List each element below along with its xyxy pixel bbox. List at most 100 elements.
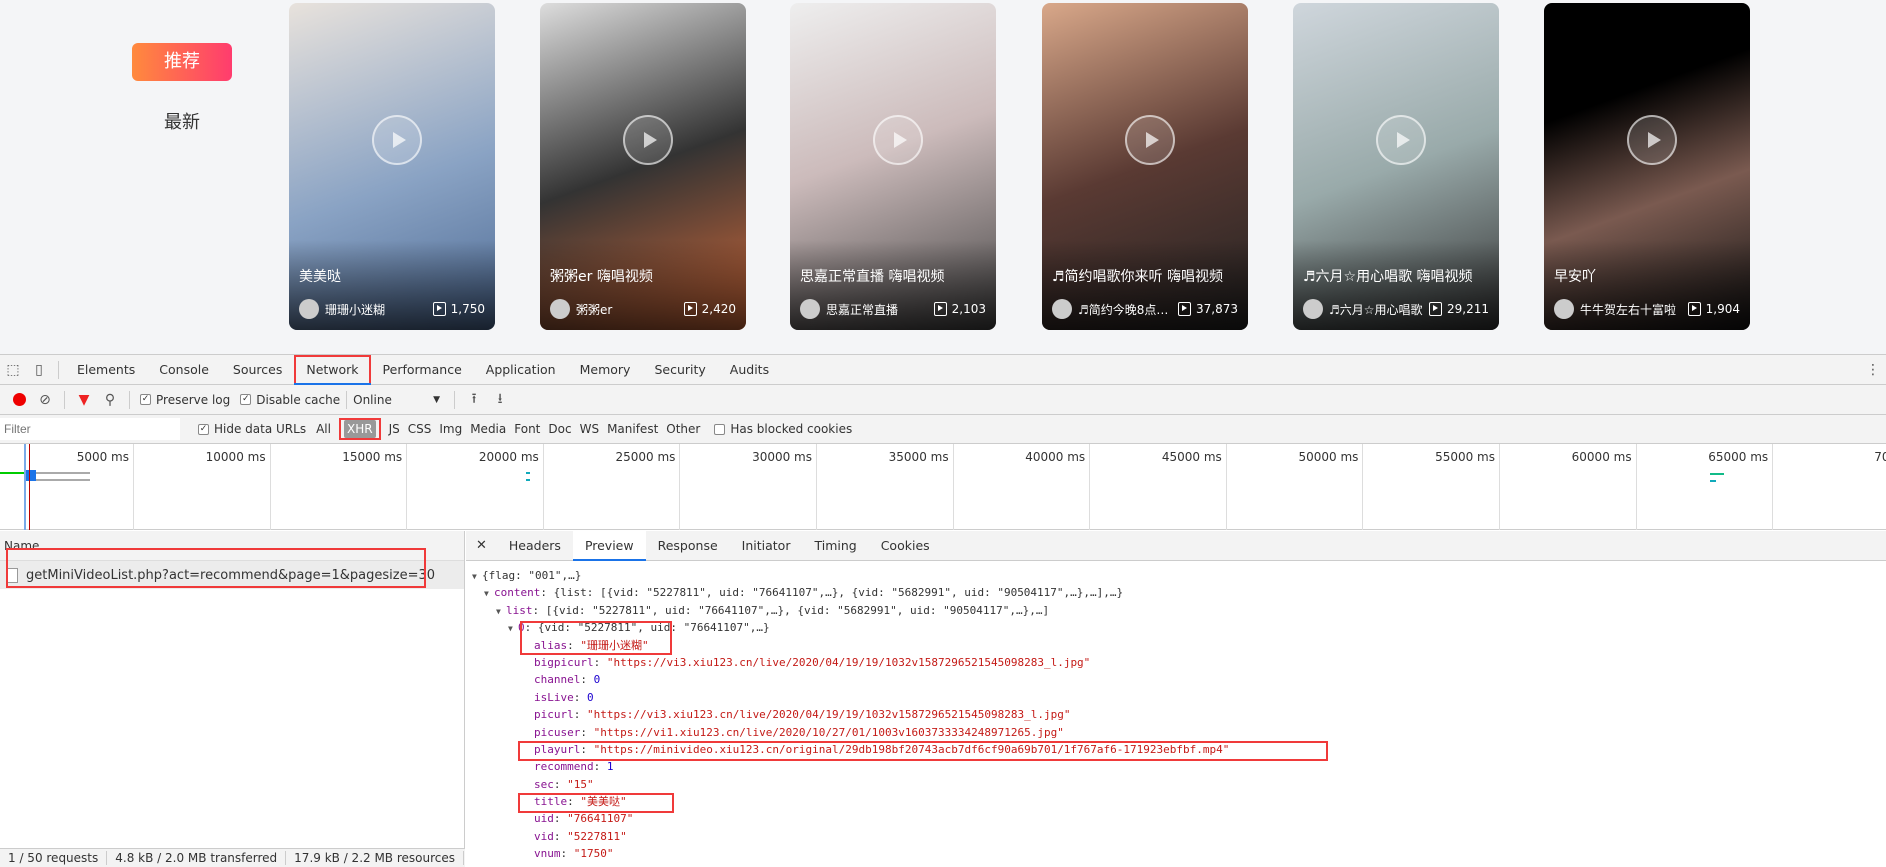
video-card[interactable]: ♬简约唱歌你来听 嗨唱视频 ♬简约今晚8点王... 37,873: [1042, 3, 1248, 330]
filter-bar: ✓ Hide data URLs All XHR JS CSS Img Media Font D…: [0, 415, 1886, 444]
filter-type-manifest[interactable]: Manifest: [607, 422, 658, 436]
request-list: Name getMiniVideoList.php?act=recommend&…: [0, 531, 465, 867]
video-title: ♬简约唱歌你来听 嗨唱视频: [1052, 269, 1224, 285]
tab-sources[interactable]: Sources: [221, 355, 294, 385]
detail-tab-bar: ✕ Headers Preview Response Initiator Timing C…: [466, 530, 1886, 561]
video-card[interactable]: 美美哒 珊珊小迷糊 1,750: [289, 3, 495, 330]
detail-tab-preview[interactable]: Preview: [572, 530, 646, 561]
play-count-icon: [432, 302, 446, 316]
detail-tab-headers[interactable]: Headers: [497, 531, 573, 561]
json-field-title: title: "美美哒": [466, 793, 1886, 814]
json-list[interactable]: ▼ list: [{vid: "5227811", uid: "76641107"…: [466, 602, 1886, 619]
tab-elements[interactable]: Elements: [65, 355, 147, 385]
play-icon[interactable]: [1627, 115, 1677, 165]
tab-audits[interactable]: Audits: [718, 355, 781, 385]
json-field-vid: vid: "5227811": [534, 829, 627, 843]
video-card[interactable]: ♬六月☆用心唱歌 嗨唱视频 ♬六月☆用心唱歌 29,211: [1293, 3, 1499, 330]
json-preview: ▼ {flag: "001",…} ▼ content: {list: [{vid:…: [466, 561, 1886, 863]
avatar: [800, 299, 820, 319]
filter-type-doc[interactable]: Doc: [548, 422, 571, 436]
clear-icon[interactable]: ⊘: [36, 391, 54, 409]
video-card[interactable]: 早安吖 牛牛贺左右十富啦 1,904: [1544, 3, 1750, 330]
hide-data-urls-label: Hide data URLs: [214, 422, 307, 436]
recommend-tab[interactable]: 推荐: [132, 43, 232, 81]
record-icon[interactable]: [10, 391, 28, 409]
inspect-element-icon[interactable]: ⬚: [4, 361, 22, 379]
video-card[interactable]: 粥粥er 嗨唱视频 粥粥er 2,420: [540, 3, 746, 330]
throttle-select[interactable]: Online: [353, 393, 433, 407]
tab-network[interactable]: Network: [294, 354, 371, 385]
detail-tab-initiator[interactable]: Initiator: [730, 531, 803, 561]
detail-tab-timing[interactable]: Timing: [802, 531, 868, 561]
device-toggle-icon[interactable]: ▯: [30, 361, 48, 379]
video-title: 粥粥er 嗨唱视频: [550, 269, 653, 285]
preserve-log-checkbox[interactable]: ✓: [140, 394, 151, 405]
json-content[interactable]: ▼ content: {list: [{vid: "5227811", uid: …: [466, 584, 1886, 601]
json-field-sec: sec: "15": [534, 777, 594, 791]
preserve-log-label: Preserve log: [156, 392, 231, 407]
tab-security[interactable]: Security: [642, 355, 717, 385]
network-timeline-overview[interactable]: 5000 ms 10000 ms 15000 ms 20000 ms 25000 ms 3…: [0, 444, 1886, 530]
play-count-icon: [933, 302, 947, 316]
play-icon[interactable]: [1125, 115, 1175, 165]
json-field-alias: alias: "珊珊小迷糊": [466, 620, 1886, 655]
close-icon[interactable]: ✕: [466, 538, 497, 553]
disable-cache-checkbox[interactable]: ✓: [240, 394, 252, 405]
filter-type-media[interactable]: Media: [470, 422, 506, 436]
devtools-panel: ⬚ ▯ Elements Console Sources Network Perform…: [0, 354, 1886, 867]
user-name: ♬六月☆用心唱歌: [1329, 302, 1423, 317]
play-icon[interactable]: [873, 115, 923, 165]
filter-type-font[interactable]: Font: [514, 422, 540, 436]
filter-input[interactable]: [0, 418, 180, 440]
import-har-icon[interactable]: ⭱: [465, 391, 483, 409]
play-count-icon: [683, 302, 697, 316]
play-count: 1,750: [450, 302, 485, 316]
json-field-picuser: picuser: "https://vi1.xiu123.cn/live/202…: [534, 725, 1064, 739]
filter-icon[interactable]: ▼: [75, 391, 93, 409]
filter-type-other[interactable]: Other: [666, 422, 700, 436]
json-field-isLive: isLive: 0: [534, 690, 594, 704]
user-name: 珊珊小迷糊: [325, 302, 386, 317]
avatar: [550, 299, 570, 319]
requests-count: 1 / 50 requests: [0, 851, 108, 865]
video-card[interactable]: 思嘉正常直播 嗨唱视频 思嘉正常直播 2,103: [790, 3, 996, 330]
network-toolbar: ⊘ ▼ ⚲ ✓ Preserve log ✓ Disable cache Onlin…: [0, 385, 1886, 415]
more-options-icon[interactable]: ⋮: [1864, 361, 1882, 379]
detail-tab-response[interactable]: Response: [646, 531, 730, 561]
tab-application[interactable]: Application: [474, 355, 568, 385]
chevron-down-icon: ▼: [433, 394, 441, 405]
latest-tab[interactable]: 最新: [132, 104, 232, 142]
highlight-box: [520, 620, 672, 655]
hide-data-urls-checkbox[interactable]: ✓: [198, 423, 209, 435]
search-icon[interactable]: ⚲: [101, 391, 119, 409]
filter-type-img[interactable]: Img: [439, 422, 462, 436]
play-icon[interactable]: [372, 115, 422, 165]
json-item-0[interactable]: ▼ 0: {vid: "5227811", uid: "76641107",…}: [466, 619, 1886, 636]
tab-performance[interactable]: Performance: [371, 355, 474, 385]
video-title: ♬六月☆用心唱歌 嗨唱视频: [1303, 269, 1473, 285]
filter-type-xhr[interactable]: XHR: [338, 418, 381, 440]
blocked-cookies-label: Has blocked cookies: [730, 422, 853, 436]
detail-tab-cookies[interactable]: Cookies: [869, 531, 942, 561]
disable-cache-label: Disable cache: [256, 392, 341, 407]
filter-type-js[interactable]: JS: [389, 422, 400, 436]
json-root[interactable]: ▼ {flag: "001",…}: [466, 567, 1886, 584]
user-name: ♬简约今晚8点王...: [1078, 302, 1173, 317]
tab-memory[interactable]: Memory: [568, 355, 643, 385]
web-page: 推荐 最新 美美哒 珊珊小迷糊 1,750 粥粥er 嗨唱视频 粥粥er 2,4…: [0, 0, 1886, 354]
status-bar: 1 / 50 requests 4.8 kB / 2.0 MB transfer…: [0, 848, 465, 867]
blocked-cookies-checkbox[interactable]: [714, 423, 726, 435]
export-har-icon[interactable]: ⭳: [491, 391, 509, 409]
filter-type-all[interactable]: All: [316, 422, 331, 436]
avatar: [1052, 299, 1072, 319]
json-field-bigpicurl: bigpicurl: "https://vi3.xiu123.cn/live/2…: [534, 655, 1091, 669]
resources-size: 17.9 kB / 2.2 MB resources: [286, 851, 465, 865]
tab-console[interactable]: Console: [147, 355, 221, 385]
avatar: [1303, 299, 1323, 319]
play-icon[interactable]: [623, 115, 673, 165]
request-row[interactable]: getMiniVideoList.php?act=recommend&page=…: [0, 548, 464, 589]
play-icon[interactable]: [1376, 115, 1426, 165]
filter-type-ws[interactable]: WS: [580, 422, 599, 436]
filter-type-css[interactable]: CSS: [408, 422, 432, 436]
user-name: 思嘉正常直播: [826, 302, 899, 317]
